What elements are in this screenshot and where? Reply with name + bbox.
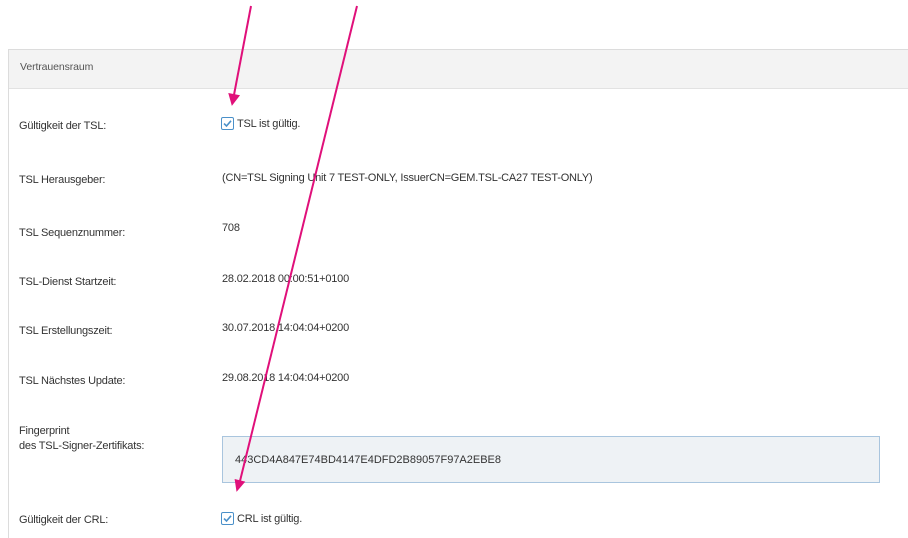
tsl-validity-label: Gültigkeit der TSL: [19, 120, 107, 132]
tsl-next-update-value: 29.08.2018 14:04:04+0200 [222, 372, 350, 384]
fingerprint-value: 443CD4A847E74BD4147E4DFD2B89057F97A2EBE8 [235, 453, 502, 466]
crl-validity-label: Gültigkeit der CRL: [19, 514, 109, 526]
panel-header: Vertrauensraum [9, 50, 908, 89]
tsl-valid-checkbox[interactable] [221, 117, 234, 130]
crl-valid-checkbox-group[interactable]: CRL ist gültig. [221, 512, 302, 525]
tsl-next-update-label: TSL Nächstes Update: [19, 375, 126, 387]
fingerprint-label: Fingerprint des TSL-Signer-Zertifikats: [19, 424, 144, 454]
fingerprint-label-line2: des TSL-Signer-Zertifikats: [19, 440, 145, 452]
fingerprint-label-line1: Fingerprint [19, 425, 70, 437]
panel-title: Vertrauensraum [20, 61, 94, 73]
tsl-service-start-value: 28.02.2018 00:00:51+0100 [222, 273, 350, 285]
crl-valid-checkbox-label: CRL ist gültig. [237, 512, 303, 525]
tsl-valid-checkbox-label: TSL ist gültig. [237, 117, 301, 130]
checkmark-icon [223, 515, 232, 523]
tsl-creation-value: 30.07.2018 14:04:04+0200 [222, 322, 350, 334]
tsl-sequence-label: TSL Sequenznummer: [19, 227, 126, 239]
tsl-service-start-label: TSL-Dienst Startzeit: [19, 276, 117, 288]
checkmark-icon [223, 120, 232, 128]
tsl-creation-label: TSL Erstellungszeit: [19, 325, 113, 337]
tsl-issuer-value: (CN=TSL Signing Unit 7 TEST-ONLY, Issuer… [222, 172, 593, 184]
fingerprint-field[interactable]: 443CD4A847E74BD4147E4DFD2B89057F97A2EBE8 [222, 436, 880, 483]
tsl-valid-checkbox-group[interactable]: TSL ist gültig. [221, 117, 300, 130]
crl-valid-checkbox[interactable] [221, 512, 234, 525]
tsl-sequence-value: 708 [222, 222, 240, 234]
tsl-issuer-label: TSL Herausgeber: [19, 174, 106, 186]
